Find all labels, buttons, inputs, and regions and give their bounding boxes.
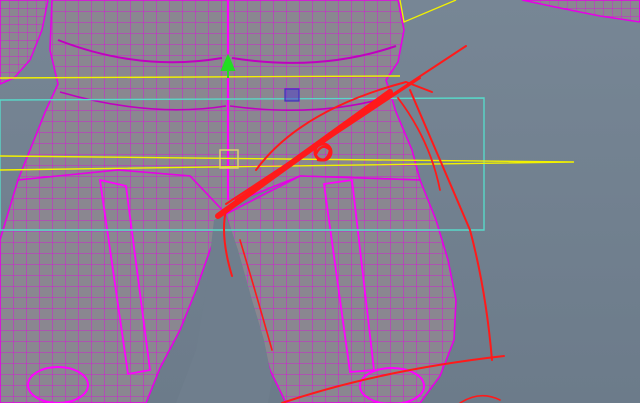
yellow-plane-top-right — [399, 0, 457, 23]
right-arm-wireframe — [522, 0, 640, 22]
left-arm-wireframe — [0, 0, 48, 84]
maya-viewport[interactable] — [0, 0, 640, 403]
annotation-bottom-arc — [459, 394, 501, 403]
selected-vertex-marker[interactable] — [284, 88, 300, 102]
scene-canvas[interactable] — [0, 0, 640, 403]
